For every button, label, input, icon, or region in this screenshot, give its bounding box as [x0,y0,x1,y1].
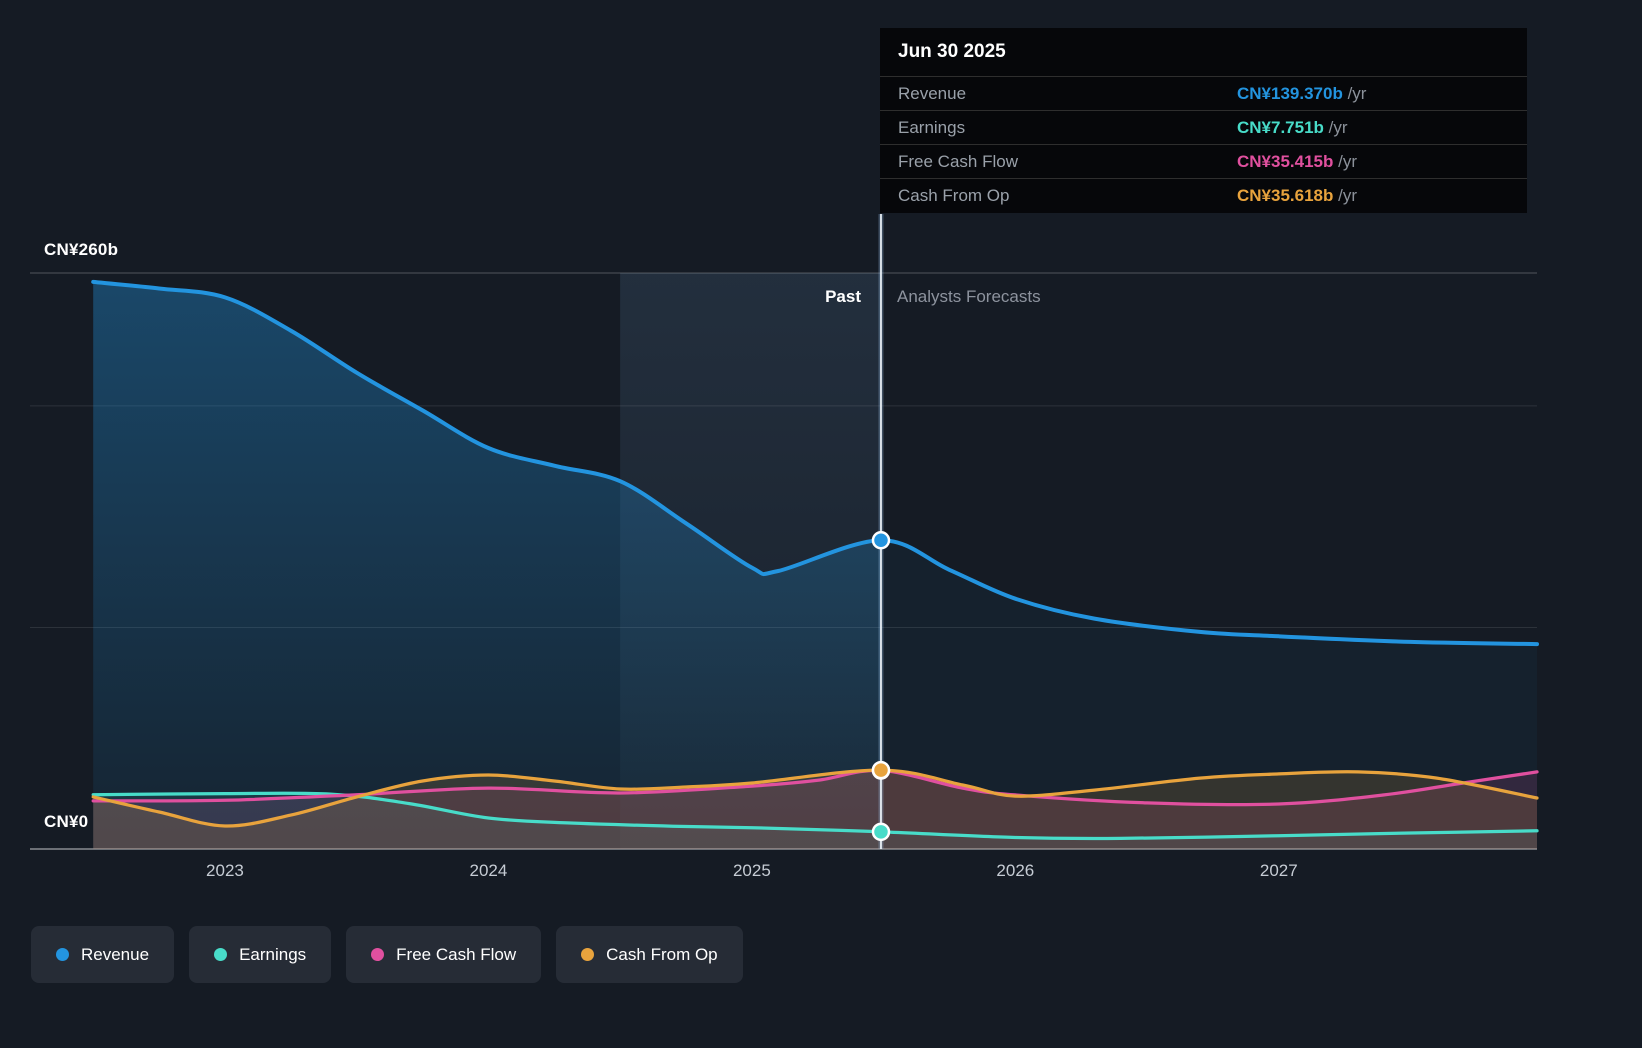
tooltip-row-free-cash-flow: Free Cash Flow CN¥35.415b /yr [880,145,1527,179]
y-axis-label-zero: CN¥0 [44,812,88,832]
past-label: Past [721,287,861,307]
revenue-marker [873,532,889,548]
tooltip-label: Revenue [898,84,966,104]
legend-label: Cash From Op [606,945,717,965]
legend-label: Revenue [81,945,149,965]
tooltip-row-earnings: Earnings CN¥7.751b /yr [880,111,1527,145]
earnings-marker [873,824,889,840]
tooltip-value: CN¥139.370b /yr [1237,84,1366,104]
tooltip-date: Jun 30 2025 [880,28,1527,77]
x-axis: 2023 2024 2025 2026 2027 [0,861,1642,885]
tooltip-row-cash-from-op: Cash From Op CN¥35.618b /yr [880,179,1527,213]
x-axis-tick-2027: 2027 [1234,861,1324,881]
legend-label: Earnings [239,945,306,965]
legend-revenue[interactable]: Revenue [31,926,174,983]
tooltip-label: Free Cash Flow [898,152,1018,172]
x-axis-tick-2024: 2024 [443,861,533,881]
legend-earnings[interactable]: Earnings [189,926,331,983]
legend-label: Free Cash Flow [396,945,516,965]
cash-from-op-marker [873,762,889,778]
tooltip: Jun 30 2025 Revenue CN¥139.370b /yr Earnin… [880,28,1527,213]
legend-cash-from-op[interactable]: Cash From Op [556,926,742,983]
tooltip-label: Earnings [898,118,965,138]
legend: Revenue Earnings Free Cash Flow Cash From O… [31,926,743,983]
tooltip-rows: Revenue CN¥139.370b /yr Earnings CN¥7.751b … [880,77,1527,213]
revenue-dot [56,948,69,961]
y-axis-label-max: CN¥260b [44,240,118,260]
cash-from-op-dot [581,948,594,961]
free-cash-flow-dot [371,948,384,961]
tooltip-label: Cash From Op [898,186,1009,206]
tooltip-value: CN¥35.415b /yr [1237,152,1357,172]
tooltip-row-revenue: Revenue CN¥139.370b /yr [880,77,1527,111]
tooltip-value: CN¥7.751b /yr [1237,118,1348,138]
forecast-label: Analysts Forecasts [897,287,1041,307]
earnings-dot [214,948,227,961]
tooltip-value: CN¥35.618b /yr [1237,186,1357,206]
x-axis-tick-2023: 2023 [180,861,270,881]
x-axis-tick-2025: 2025 [707,861,797,881]
legend-free-cash-flow[interactable]: Free Cash Flow [346,926,541,983]
x-axis-tick-2026: 2026 [970,861,1060,881]
